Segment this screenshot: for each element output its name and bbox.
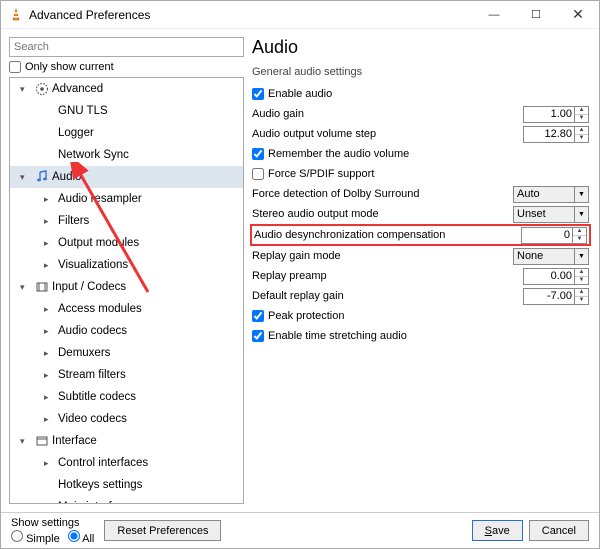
tree-audio-codecs[interactable]: ▸Audio codecs [10,320,243,342]
chevron-right-icon: ▸ [44,326,58,337]
audio-desync-spinner[interactable]: ▲▼ [521,227,587,244]
chevron-down-icon[interactable]: ▼ [575,186,589,203]
tree-subtitle-codecs[interactable]: ▸Subtitle codecs [10,386,243,408]
replay-preamp-spinner[interactable]: ▲▼ [523,268,589,285]
chevron-right-icon: ▸ [44,194,58,205]
tree-network-sync[interactable]: Network Sync [10,144,243,166]
chevron-right-icon: ▸ [44,458,58,469]
enable-audio-checkbox[interactable]: Enable audio [252,88,332,100]
chevron-right-icon: ▸ [44,348,58,359]
right-panel: Audio General audio settings Enable audi… [250,37,591,504]
time-stretch-checkbox[interactable]: Enable time stretching audio [252,330,407,342]
audio-desync-row: Audio desynchronization compensation▲▼ [250,224,591,246]
replay-mode-label: Replay gain mode [252,250,513,262]
tree-input-codecs[interactable]: ▾ Input / Codecs [10,276,243,298]
chevron-right-icon: ▸ [44,216,58,227]
cancel-button[interactable]: Cancel [529,520,589,541]
chevron-right-icon: ▸ [44,502,58,505]
music-note-icon [34,170,50,184]
chevron-down-icon[interactable]: ▼ [575,206,589,223]
film-icon [34,280,50,294]
tree-main-interfaces[interactable]: ▸Main interfaces [10,496,243,504]
gear-icon [34,82,50,96]
save-button[interactable]: Save [472,520,523,541]
chevron-right-icon: ▸ [44,260,58,271]
tree-access-modules[interactable]: ▸Access modules [10,298,243,320]
tree-interface[interactable]: ▾ Interface [10,430,243,452]
tree-output-modules[interactable]: ▸Output modules [10,232,243,254]
only-show-current-box[interactable] [9,61,21,73]
left-panel: Only show current ▾ Advanced GNU TLS Log… [9,37,244,504]
tree-hotkeys-settings[interactable]: Hotkeys settings [10,474,243,496]
close-button[interactable]: ✕ [557,1,599,29]
default-replay-spinner[interactable]: ▲▼ [523,288,589,305]
footer: Show settings Simple All Reset Preferenc… [1,512,599,548]
dolby-label: Force detection of Dolby Surround [252,188,513,200]
vlc-icon [9,8,23,22]
chevron-right-icon: ▸ [44,304,58,315]
default-replay-label: Default replay gain [252,290,523,302]
window-title: Advanced Preferences [29,8,473,22]
chevron-down-icon: ▾ [20,436,34,447]
all-radio[interactable]: All [68,530,95,545]
minimize-button[interactable]: — [473,1,515,29]
tree-audio[interactable]: ▾ Audio [10,166,243,188]
tree-filters[interactable]: ▸Filters [10,210,243,232]
chevron-right-icon: ▸ [44,238,58,249]
search-input[interactable] [9,37,244,57]
simple-radio[interactable]: Simple [11,530,60,545]
preferences-window: Advanced Preferences — ☐ ✕ Only show cur… [0,0,600,549]
maximize-button[interactable]: ☐ [515,1,557,29]
category-tree[interactable]: ▾ Advanced GNU TLS Logger Network Sync ▾… [9,77,244,504]
page-heading: Audio [252,37,591,58]
force-spdif-checkbox[interactable]: Force S/PDIF support [252,168,374,180]
stereo-mode-label: Stereo audio output mode [252,208,513,220]
tree-control-interfaces[interactable]: ▸Control interfaces [10,452,243,474]
only-show-current-checkbox[interactable]: Only show current [9,61,244,73]
settings-list: Enable audio Audio gain▲▼ Audio output v… [250,84,591,504]
tree-stream-filters[interactable]: ▸Stream filters [10,364,243,386]
reset-preferences-button[interactable]: Reset Preferences [104,520,221,541]
tree-audio-resampler[interactable]: ▸Audio resampler [10,188,243,210]
chevron-down-icon: ▾ [20,84,34,95]
tree-demuxers[interactable]: ▸Demuxers [10,342,243,364]
volume-step-label: Audio output volume step [252,128,523,140]
tree-video-codecs[interactable]: ▸Video codecs [10,408,243,430]
chevron-right-icon: ▸ [44,414,58,425]
audio-gain-spinner[interactable]: ▲▼ [523,106,589,123]
chevron-right-icon: ▸ [44,370,58,381]
page-subheading: General audio settings [252,66,591,78]
chevron-down-icon[interactable]: ▼ [575,248,589,265]
show-settings-label: Show settings [11,517,94,529]
window-icon [34,434,50,448]
replay-preamp-label: Replay preamp [252,270,523,282]
tree-gnu-tls[interactable]: GNU TLS [10,100,243,122]
peak-protection-checkbox[interactable]: Peak protection [252,310,344,322]
remember-volume-checkbox[interactable]: Remember the audio volume [252,148,409,160]
volume-step-spinner[interactable]: ▲▼ [523,126,589,143]
audio-gain-label: Audio gain [252,108,523,120]
stereo-mode-combo[interactable]: Unset▼ [513,206,589,223]
tree-logger[interactable]: Logger [10,122,243,144]
replay-mode-combo[interactable]: None▼ [513,248,589,265]
chevron-down-icon: ▾ [20,172,34,183]
audio-desync-label: Audio desynchronization compensation [254,229,521,241]
dolby-combo[interactable]: Auto▼ [513,186,589,203]
tree-visualizations[interactable]: ▸Visualizations [10,254,243,276]
titlebar: Advanced Preferences — ☐ ✕ [1,1,599,29]
chevron-right-icon: ▸ [44,392,58,403]
chevron-down-icon: ▾ [20,282,34,293]
tree-advanced[interactable]: ▾ Advanced [10,78,243,100]
